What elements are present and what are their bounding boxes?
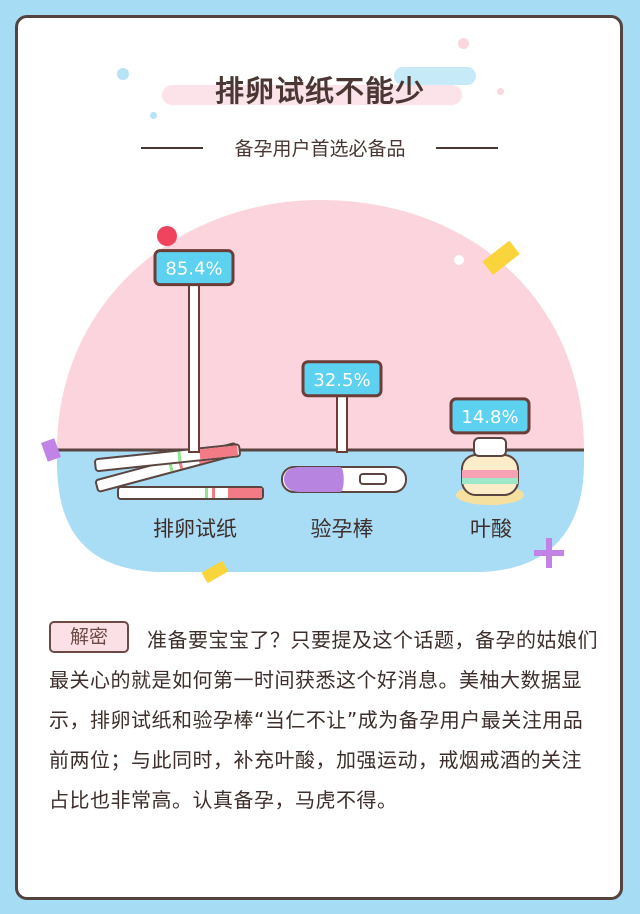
intro-paragraph: 准备要宝宝了？只要提及这个话题，备孕的姑娘们最关心的就是如何第一时间获悉这个好消… — [49, 628, 598, 812]
category-label-pregnancy-test: 验孕棒 — [310, 517, 374, 541]
category-label-folic-acid: 叶酸 — [470, 517, 512, 541]
pregnancy-test-illustration — [281, 466, 407, 493]
confetti-white-dot — [454, 255, 464, 265]
confetti-red-dot — [157, 226, 177, 246]
chart-illustration: 85.4% 32.5% 14.8% — [41, 200, 584, 584]
category-label-ovulation: 排卵试纸 — [153, 517, 237, 541]
bar-pole-ovulation — [188, 266, 200, 453]
bar-value-label-pregnancy-test: 32.5% — [313, 370, 370, 391]
bar-value-label-ovulation: 85.4% — [165, 259, 222, 280]
bar-value-label-folic-acid: 14.8% — [461, 407, 518, 428]
